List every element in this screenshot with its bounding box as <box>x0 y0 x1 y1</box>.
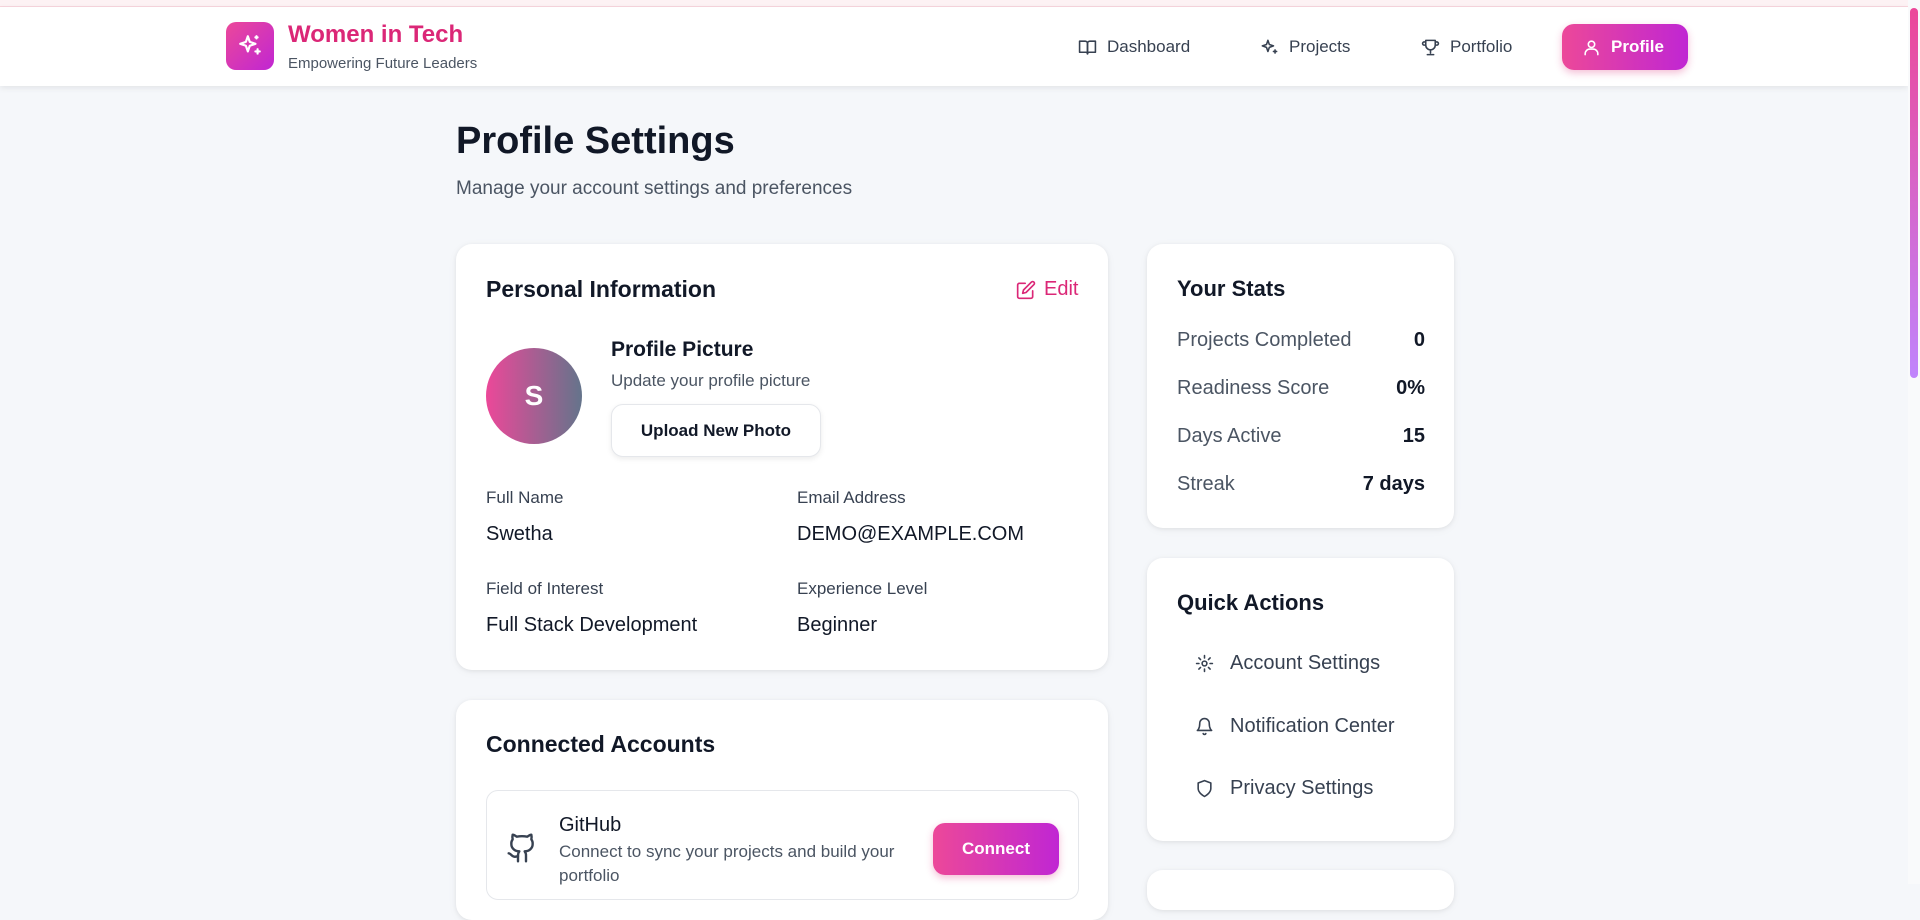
profile-picture-subtitle: Update your profile picture <box>611 371 811 390</box>
github-icon <box>507 833 534 863</box>
stat-value: 0 <box>1413 329 1425 351</box>
github-description: Connect to sync your projects and build … <box>559 842 895 885</box>
stat-value: 0% <box>1396 377 1425 399</box>
edit-label: Edit <box>1044 278 1079 300</box>
stats-title: Your Stats <box>1177 276 1286 301</box>
profile-picture-title: Profile Picture <box>611 338 754 361</box>
nav-projects-label: Projects <box>1289 37 1351 56</box>
gear-icon <box>1195 654 1214 672</box>
page-subtitle: Manage your account settings and prefere… <box>456 178 853 199</box>
connected-accounts-title: Connected Accounts <box>486 731 716 757</box>
email-label: Email Address <box>797 488 906 507</box>
trophy-icon <box>1421 39 1440 55</box>
full-name-label: Full Name <box>486 488 564 507</box>
sparkles-icon <box>239 35 261 55</box>
edit-icon <box>1016 280 1036 299</box>
field-of-interest-label: Field of Interest <box>486 579 604 598</box>
stat-label: Days Active <box>1177 425 1282 447</box>
quick-action-label: Account Settings <box>1230 651 1381 674</box>
nav-dashboard[interactable]: Dashboard <box>1062 24 1206 70</box>
shield-icon <box>1197 779 1212 797</box>
brand-subtitle: Empowering Future Leaders <box>288 55 478 72</box>
stat-label: Projects Completed <box>1177 329 1352 351</box>
field-of-interest-value: Full Stack Development <box>486 614 698 636</box>
github-connect-button[interactable]: Connect <box>933 823 1059 875</box>
nav-projects[interactable]: Projects <box>1244 24 1366 70</box>
personal-info-card <box>456 244 1108 670</box>
nav-portfolio[interactable]: Portfolio <box>1405 24 1528 70</box>
bell-icon <box>1196 717 1213 735</box>
sparkles-icon <box>1261 39 1278 54</box>
brand-title[interactable]: Women in Tech <box>288 21 463 49</box>
upload-photo-button[interactable]: Upload New Photo <box>611 404 821 457</box>
stat-value: 15 <box>1402 425 1425 447</box>
top-navbar: Women in Tech Empowering Future Leaders … <box>0 7 1908 86</box>
nav-profile-label: Profile <box>1611 37 1664 56</box>
quick-action-privacy-settings[interactable]: Privacy Settings <box>1177 766 1437 810</box>
nav-profile[interactable]: Profile <box>1562 24 1688 70</box>
email-value: DEMO@EXAMPLE.COM <box>797 523 1025 545</box>
quick-actions-title: Quick Actions <box>1177 590 1325 615</box>
stat-label: Streak <box>1177 473 1235 495</box>
stat-value: 7 days <box>1362 473 1425 495</box>
stat-label: Readiness Score <box>1177 377 1330 399</box>
quick-action-label: Notification Center <box>1230 714 1395 737</box>
top-accent-line <box>0 0 1920 7</box>
avatar: S <box>486 348 582 444</box>
quick-action-account-settings[interactable]: Account Settings <box>1177 641 1437 685</box>
experience-level-label: Experience Level <box>797 579 928 598</box>
nav-portfolio-label: Portfolio <box>1450 37 1513 56</box>
full-name-value: Swetha <box>486 523 553 545</box>
book-icon <box>1078 39 1097 55</box>
quick-action-label: Privacy Settings <box>1230 776 1374 799</box>
personal-info-title: Personal Information <box>486 276 717 302</box>
user-icon <box>1584 39 1599 55</box>
experience-level-value: Beginner <box>797 614 878 636</box>
quick-action-notification-center[interactable]: Notification Center <box>1177 704 1437 748</box>
nav-dashboard-label: Dashboard <box>1107 37 1191 56</box>
github-title: GitHub <box>559 814 622 836</box>
page-title: Profile Settings <box>456 120 735 162</box>
next-card <box>1147 870 1454 910</box>
brand-logo[interactable] <box>226 22 274 70</box>
edit-button[interactable]: Edit <box>1016 278 1078 301</box>
scrollbar-thumb[interactable] <box>1910 8 1918 378</box>
